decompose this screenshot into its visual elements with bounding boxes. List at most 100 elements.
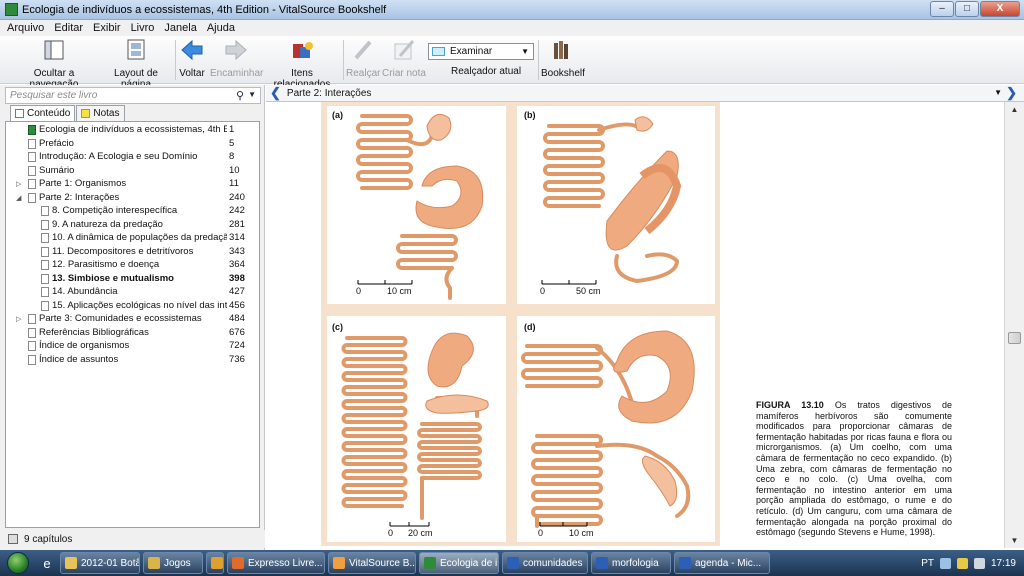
toc-item[interactable]: 9. A natureza da predação 281 xyxy=(6,219,259,233)
taskbar-button[interactable]: morfologia xyxy=(591,552,671,574)
caption-title: FIGURA 13.10 xyxy=(756,400,824,410)
scroll-up-icon[interactable]: ▲ xyxy=(1007,102,1022,117)
page-icon xyxy=(28,354,36,365)
taskbar-button[interactable]: Ecologia de i... xyxy=(419,552,499,574)
toc-item[interactable]: ▷ Parte 3: Comunidades e ecossistemas 484 xyxy=(6,313,259,327)
taskbar-button-label: comunidades xyxy=(523,557,583,569)
next-section-icon[interactable]: ❯ xyxy=(1006,85,1017,101)
toc-item[interactable]: Ecologia de indivíduos a ecossistemas, 4… xyxy=(6,124,259,138)
scale-zero: 0 xyxy=(356,286,362,296)
sidebar-tabs: Conteúdo Notas xyxy=(10,105,126,121)
taskbar-button[interactable]: agenda - Mic... xyxy=(674,552,770,574)
toc-item[interactable]: Introdução: A Ecologia e seu Domínio 8 xyxy=(6,151,259,165)
caption-text: Os tratos digestivos de mamíferos herbív… xyxy=(756,400,953,538)
related-items-button[interactable]: Itens relacionados xyxy=(264,38,340,90)
menu-livro[interactable]: Livro xyxy=(126,22,160,34)
clock[interactable]: 17:19 xyxy=(991,558,1016,569)
tab-conteudo[interactable]: Conteúdo xyxy=(10,105,76,121)
toc-item-label: Índice de assuntos xyxy=(39,353,119,365)
book-search-input[interactable]: Pesquisar este livro ⚲ ▼ xyxy=(5,87,261,104)
chevron-down-icon[interactable]: ▼ xyxy=(248,90,256,99)
toc-item-page: 1 xyxy=(229,124,235,135)
expand-toggle-icon[interactable]: ▷ xyxy=(16,315,24,323)
menu-arquivo[interactable]: Arquivo xyxy=(2,22,49,34)
toc-item[interactable]: 13. Simbiose e mutualismo 398 xyxy=(6,272,259,286)
language-indicator[interactable]: PT xyxy=(921,558,934,569)
taskbar-button[interactable]: Jogos xyxy=(143,552,203,574)
expand-toggle-icon[interactable]: ◢ xyxy=(16,194,24,202)
figure-panel-c: (c) 0 20 cm xyxy=(327,316,506,542)
bookshelf-button[interactable]: Bookshelf xyxy=(541,38,585,79)
toc-item[interactable]: 11. Decompositores e detritívoros 343 xyxy=(6,246,259,260)
taskbar-button[interactable]: VitalSource B... xyxy=(328,552,416,574)
toc-item[interactable]: Prefácio 5 xyxy=(6,138,259,152)
pen-icon xyxy=(350,38,376,62)
toc-item[interactable]: 15. Aplicações ecológicas no nível das i… xyxy=(6,300,259,314)
page-icon xyxy=(28,152,36,162)
toc-item-label: 15. Aplicações ecológicas no nível das i… xyxy=(52,299,227,311)
search-icon[interactable]: ⚲ xyxy=(236,89,244,102)
create-note-button[interactable]: Criar nota xyxy=(382,38,426,79)
app-icon xyxy=(5,3,18,16)
previous-section-icon[interactable]: ❮ xyxy=(270,85,281,101)
chevron-down-icon[interactable]: ▼ xyxy=(994,88,1002,97)
taskbar-button[interactable]: Expresso Livre... xyxy=(227,552,325,574)
toc-item-page: 343 xyxy=(229,245,245,257)
app-icon xyxy=(333,557,345,569)
menu-editar[interactable]: Editar xyxy=(49,22,88,34)
toc-item-label: Parte 2: Interações xyxy=(39,191,120,203)
toc-item[interactable]: ▷ Parte 1: Organismos 11 xyxy=(6,178,259,192)
toc-item[interactable]: Índice de assuntos 736 xyxy=(6,354,259,368)
highlighter-select[interactable]: Examinar ▼ xyxy=(428,43,534,60)
toc-item-label: Parte 1: Organismos xyxy=(39,178,127,189)
back-button[interactable]: Voltar xyxy=(178,38,206,79)
internet-explorer-icon[interactable]: e xyxy=(36,552,58,574)
start-button[interactable] xyxy=(0,550,36,576)
toc-item[interactable]: ◢ Parte 2: Interações 240 xyxy=(6,192,259,206)
toc-item[interactable]: Sumário 10 xyxy=(6,165,259,179)
page-icon xyxy=(28,138,36,149)
toc-item-label: 11. Decompositores e detritívoros xyxy=(52,245,194,257)
expand-toggle-icon[interactable]: ▷ xyxy=(16,180,24,188)
window-title: Ecologia de indivíduos a ecossistemas, 4… xyxy=(22,3,387,16)
tray-icon[interactable] xyxy=(956,557,968,569)
toc-item[interactable]: 8. Competição interespecífica 242 xyxy=(6,205,259,219)
book-icon xyxy=(28,125,36,135)
hide-navigation-button[interactable]: Ocultar a navegação xyxy=(12,38,96,90)
menu-ajuda[interactable]: Ajuda xyxy=(202,22,240,34)
bookshelf-icon xyxy=(549,38,575,62)
page-icon xyxy=(41,300,49,311)
toc-item[interactable]: 10. A dinâmica de populações da predação… xyxy=(6,232,259,246)
rabbit-gut-illustration xyxy=(356,113,484,300)
toc-item-label: Prefácio xyxy=(39,137,74,149)
toc-item[interactable]: Referências Bibliográficas 676 xyxy=(6,327,259,341)
toc-item[interactable]: 12. Parasitismo e doença 364 xyxy=(6,259,259,273)
volume-icon[interactable] xyxy=(973,557,985,569)
tab-notas[interactable]: Notas xyxy=(76,105,125,121)
close-button[interactable]: X xyxy=(980,1,1020,17)
figure-panel-d: (d) 0 10 cm xyxy=(517,316,715,542)
vertical-scrollbar[interactable]: ▲ ▼ xyxy=(1004,102,1024,548)
back-arrow-icon xyxy=(179,38,205,62)
scroll-down-icon[interactable]: ▼ xyxy=(1007,533,1022,548)
tray-icon[interactable] xyxy=(939,557,951,569)
figure-caption: FIGURA 13.10 Os tratos digestivos de mam… xyxy=(756,400,952,538)
highlighter-swatch xyxy=(432,47,445,56)
taskbar-button[interactable]: comunidades xyxy=(502,552,588,574)
taskbar-button-label: agenda - Mic... xyxy=(695,557,762,569)
menu-exibir[interactable]: Exibir xyxy=(88,22,126,34)
highlight-button[interactable]: Realçar xyxy=(346,38,380,79)
forward-button[interactable]: Encaminhar xyxy=(210,38,263,79)
page-layout-button[interactable]: Layout de página xyxy=(100,38,172,90)
toc-item-page: 11 xyxy=(229,178,239,189)
taskbar-button[interactable] xyxy=(206,552,224,574)
toc-item-page: 8 xyxy=(229,151,235,162)
menu-janela[interactable]: Janela xyxy=(159,22,201,34)
toc-item[interactable]: Índice de organismos 724 xyxy=(6,340,259,354)
highlighter-value: Examinar xyxy=(450,46,493,57)
taskbar-button[interactable]: 2012-01 Botâ... xyxy=(60,552,140,574)
maximize-button[interactable]: □ xyxy=(955,1,979,17)
toc-item[interactable]: 14. Abundância 427 xyxy=(6,286,259,300)
scroll-thumb[interactable] xyxy=(1008,332,1021,344)
minimize-button[interactable]: – xyxy=(930,1,954,17)
